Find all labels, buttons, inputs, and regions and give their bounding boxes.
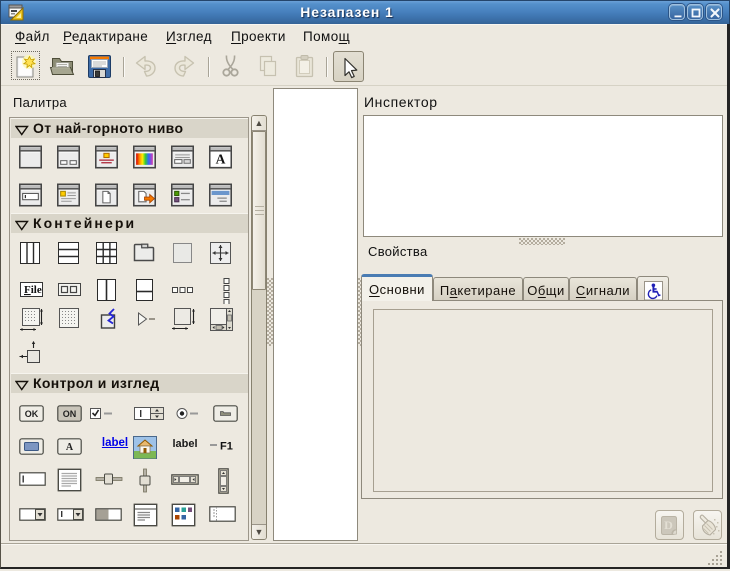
svg-text:A: A bbox=[216, 151, 226, 166]
svg-text:File: File bbox=[24, 284, 42, 296]
svg-text:ON: ON bbox=[63, 409, 77, 419]
svg-text:OK: OK bbox=[25, 409, 39, 419]
svg-text:A: A bbox=[66, 442, 74, 453]
svg-text:D: D bbox=[664, 518, 673, 532]
svg-text:F1: F1 bbox=[220, 441, 233, 453]
